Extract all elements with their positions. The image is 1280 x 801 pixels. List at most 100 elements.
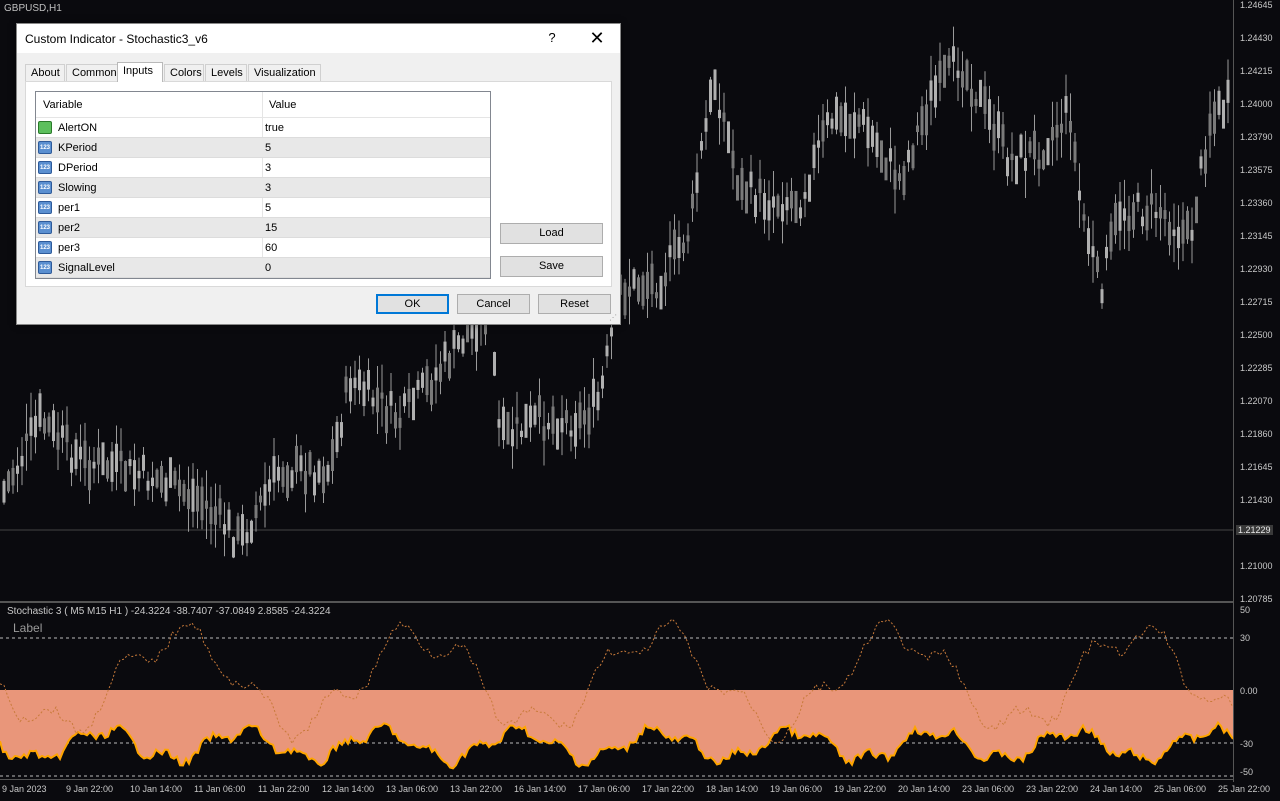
- reset-button[interactable]: Reset: [538, 294, 611, 314]
- candle: [1001, 111, 1005, 159]
- candle: [1078, 163, 1081, 228]
- candle: [205, 470, 208, 540]
- ok-button[interactable]: OK: [376, 294, 449, 314]
- candle: [569, 415, 573, 452]
- candle: [1015, 155, 1018, 185]
- column-header-value[interactable]: Value: [269, 99, 296, 111]
- time-label: 9 Jan 2023: [2, 784, 47, 794]
- input-row-per1[interactable]: 123 per1 5: [36, 198, 490, 218]
- candle: [974, 91, 978, 114]
- candle: [403, 386, 406, 413]
- input-name: per1: [58, 202, 81, 214]
- column-header-variable[interactable]: Variable: [43, 99, 83, 111]
- candle: [65, 406, 69, 461]
- candle: [1163, 192, 1167, 237]
- candle: [160, 460, 163, 498]
- candle: [812, 132, 816, 180]
- dialog-titlebar[interactable]: Custom Indicator - Stochastic3_v6 ? ✕: [17, 24, 620, 53]
- candle: [695, 153, 699, 212]
- candle: [560, 395, 564, 456]
- input-row-signallevel[interactable]: 123 SignalLevel 0: [36, 258, 490, 278]
- time-label: 11 Jan 22:00: [258, 784, 310, 794]
- candle: [992, 104, 996, 171]
- candle: [340, 413, 343, 447]
- candle: [1150, 169, 1153, 229]
- input-value[interactable]: 3: [265, 182, 271, 194]
- grid-header: Variable Value: [36, 92, 490, 118]
- candle: [304, 452, 307, 513]
- input-value[interactable]: 5: [265, 142, 271, 154]
- price-label: 1.23145: [1240, 231, 1273, 241]
- candle: [1177, 205, 1180, 270]
- price-label: 1.22715: [1240, 297, 1273, 307]
- candle: [668, 221, 672, 282]
- number-icon: 123: [38, 161, 52, 174]
- inputs-grid[interactable]: Variable Value AlertON true 123 KPeriod 5 123…: [35, 91, 491, 279]
- tab-colors[interactable]: Colors: [164, 64, 204, 81]
- candle: [457, 332, 460, 353]
- candle: [916, 112, 919, 146]
- candle: [839, 102, 843, 137]
- input-row-kperiod[interactable]: 123 KPeriod 5: [36, 138, 490, 158]
- input-row-dperiod[interactable]: 123 DPeriod 3: [36, 158, 490, 178]
- candle: [412, 387, 415, 421]
- input-value[interactable]: 5: [265, 202, 271, 214]
- input-name: per2: [58, 222, 81, 234]
- input-row-per2[interactable]: 123 per2 15: [36, 218, 490, 238]
- candle: [497, 400, 501, 447]
- tab-common[interactable]: Common: [66, 64, 118, 81]
- candle: [1186, 206, 1189, 244]
- candle: [1127, 195, 1131, 251]
- candle: [583, 387, 586, 448]
- time-label: 25 Jan 06:00: [1154, 784, 1207, 794]
- help-icon[interactable]: ?: [544, 30, 560, 45]
- input-value[interactable]: 15: [265, 222, 277, 234]
- input-value[interactable]: true: [265, 122, 284, 134]
- candle: [637, 274, 640, 305]
- candle: [1105, 234, 1108, 271]
- number-icon: 123: [38, 241, 52, 254]
- input-row-alerton[interactable]: AlertON true: [36, 118, 490, 138]
- candle: [983, 71, 987, 129]
- input-name: KPeriod: [58, 142, 98, 154]
- candle: [52, 403, 55, 448]
- time-label: 9 Jan 22:00: [66, 784, 114, 794]
- load-button[interactable]: Load: [500, 223, 603, 244]
- candle: [38, 388, 42, 432]
- price-scale[interactable]: 1.24645 1.24430 1.24215 1.24000 1.23790 1.235…: [1233, 0, 1280, 782]
- candle: [542, 401, 546, 466]
- candle: [34, 399, 37, 454]
- input-name: per3: [58, 242, 81, 254]
- input-value[interactable]: 0: [265, 262, 271, 274]
- subwindow-separator[interactable]: [0, 601, 1233, 603]
- candle: [223, 502, 226, 557]
- input-value[interactable]: 3: [265, 162, 271, 174]
- input-value[interactable]: 60: [265, 242, 277, 254]
- candle: [322, 456, 325, 503]
- candle: [673, 214, 676, 275]
- candle: [448, 350, 451, 381]
- tab-levels[interactable]: Levels: [205, 64, 247, 81]
- candle: [700, 132, 703, 159]
- tab-visualization[interactable]: Visualization: [248, 64, 321, 81]
- candle: [524, 403, 528, 438]
- candle: [218, 484, 222, 529]
- candle: [83, 422, 87, 486]
- time-axis[interactable]: 9 Jan 2023 9 Jan 22:00 10 Jan 14:00 11 Jan …: [0, 779, 1270, 801]
- candle: [1168, 211, 1171, 256]
- candle: [268, 465, 271, 506]
- resize-grip-icon[interactable]: ⋰: [609, 313, 617, 322]
- candle: [1033, 114, 1036, 176]
- tab-about[interactable]: About: [25, 64, 65, 81]
- input-row-slowing[interactable]: 123 Slowing 3: [36, 178, 490, 198]
- candle: [722, 92, 726, 142]
- input-row-per3[interactable]: 123 per3 60: [36, 238, 490, 258]
- candle: [313, 465, 316, 503]
- cancel-button[interactable]: Cancel: [457, 294, 530, 314]
- candle: [880, 140, 883, 173]
- save-button[interactable]: Save: [500, 256, 603, 277]
- candle: [1064, 74, 1068, 135]
- candle: [191, 463, 195, 528]
- close-icon[interactable]: ✕: [588, 27, 606, 49]
- tab-inputs[interactable]: Inputs: [117, 62, 163, 82]
